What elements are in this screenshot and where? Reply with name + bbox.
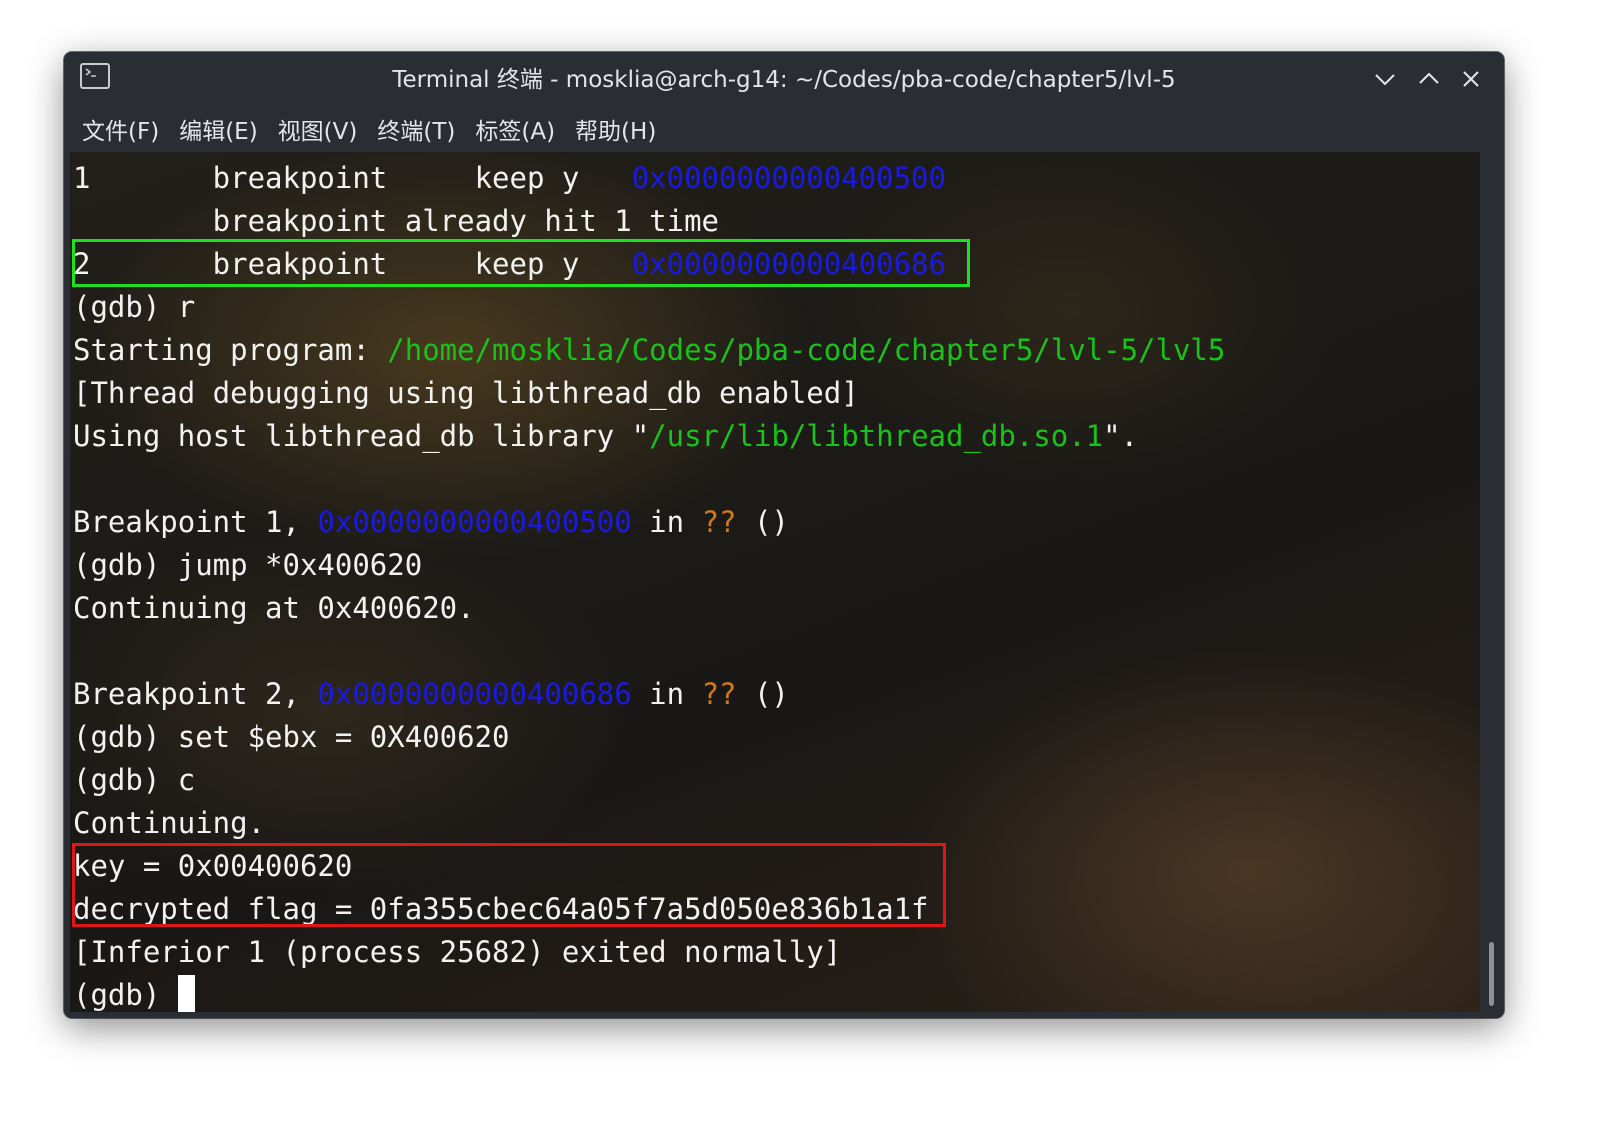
scrollbar-thumb[interactable] [1489, 942, 1494, 1006]
terminal-text-segment: ?? [701, 505, 737, 539]
title-bar[interactable]: Terminal 终端 - mosklia@arch-g14: ~/Codes/… [64, 52, 1504, 106]
terminal-text-segment: in [631, 505, 702, 539]
maximize-button[interactable] [1414, 64, 1444, 94]
terminal-line: Breakpoint 1, 0x0000000000400500 in ?? (… [73, 501, 1225, 544]
terminal-output-area[interactable]: 1 breakpoint keep y 0x0000000000400500 b… [70, 152, 1480, 1012]
terminal-line: breakpoint already hit 1 time [73, 200, 1225, 243]
terminal-line: (gdb) [73, 974, 1225, 1012]
menu-bar: 文件(F) 编辑(E) 视图(V) 终端(T) 标签(A) 帮助(H) [64, 106, 1504, 152]
terminal-text-segment: (gdb) jump *0x400620 [73, 548, 423, 582]
terminal-text-segment: (gdb) r [73, 290, 196, 324]
terminal-text-segment: [Inferior 1 (process 25682) exited norma… [73, 935, 842, 969]
terminal-line: (gdb) jump *0x400620 [73, 544, 1225, 587]
terminal-line: 1 breakpoint keep y 0x0000000000400500 [73, 157, 1225, 200]
terminal-line: (gdb) c [73, 759, 1225, 802]
terminal-text-segment: /usr/lib/libthread_db.so.1 [649, 419, 1104, 453]
terminal-text-segment: 1 breakpoint keep y [73, 161, 632, 195]
terminal-text-segment: ?? [701, 677, 737, 711]
terminal-text-segment: 0x0000000000400686 [317, 677, 632, 711]
menu-file[interactable]: 文件(F) [74, 108, 167, 150]
terminal-text-segment: 0x0000000000400500 [631, 161, 946, 195]
terminal-text-segment: (gdb) set $ebx = 0X400620 [73, 720, 510, 754]
terminal-text-segment: 0x0000000000400500 [317, 505, 632, 539]
terminal-line: [Thread debugging using libthread_db ena… [73, 372, 1225, 415]
close-icon [1463, 71, 1479, 87]
terminal-text-segment: (gdb) c [73, 763, 196, 797]
terminal-line: decrypted flag = 0fa355cbec64a05f7a5d050… [73, 888, 1225, 931]
chevron-down-icon [1375, 74, 1395, 86]
terminal-text-segment: () [736, 505, 789, 539]
terminal-line: Continuing. [73, 802, 1225, 845]
window-title: Terminal 终端 - mosklia@arch-g14: ~/Codes/… [392, 67, 1176, 93]
terminal-icon[interactable] [80, 63, 110, 89]
terminal-text-segment: Using host libthread_db library " [73, 419, 650, 453]
terminal-text-segment: () [736, 677, 789, 711]
terminal-line: (gdb) r [73, 286, 1225, 329]
terminal-text-segment: key = 0x00400620 [73, 849, 353, 883]
terminal-scrollbar[interactable] [1484, 152, 1500, 1012]
terminal-line: Starting program: /home/mosklia/Codes/pb… [73, 329, 1225, 372]
menu-edit[interactable]: 编辑(E) [171, 108, 265, 150]
terminal-line: key = 0x00400620 [73, 845, 1225, 888]
menu-view[interactable]: 视图(V) [270, 108, 366, 150]
minimize-button[interactable] [1370, 64, 1400, 94]
close-button[interactable] [1456, 64, 1486, 94]
terminal-text-segment: Continuing. [73, 806, 266, 840]
menu-terminal[interactable]: 终端(T) [369, 108, 463, 150]
menu-tabs[interactable]: 标签(A) [467, 108, 563, 150]
terminal-text-segment: ". [1103, 419, 1139, 453]
terminal-text-segment: Continuing at 0x400620. [73, 591, 475, 625]
terminal-line: Continuing at 0x400620. [73, 587, 1225, 630]
terminal-line: (gdb) set $ebx = 0X400620 [73, 716, 1225, 759]
terminal-text: 1 breakpoint keep y 0x0000000000400500 b… [73, 157, 1225, 1012]
terminal-text-segment: /home/mosklia/Codes/pba-code/chapter5/lv… [387, 333, 1226, 367]
menu-help[interactable]: 帮助(H) [567, 108, 664, 150]
terminal-text-segment: Starting program: [73, 333, 388, 367]
terminal-text-segment: in [631, 677, 702, 711]
terminal-line: [Inferior 1 (process 25682) exited norma… [73, 931, 1225, 974]
terminal-text-segment: decrypted flag = 0fa355cbec64a05f7a5d050… [73, 892, 929, 926]
terminal-text-segment: 0x0000000000400686 [631, 247, 946, 281]
terminal-text-segment: 2 breakpoint keep y [73, 247, 632, 281]
terminal-text-segment: Breakpoint 2, [73, 677, 318, 711]
terminal-window: Terminal 终端 - mosklia@arch-g14: ~/Codes/… [64, 52, 1504, 1018]
terminal-text-segment: Breakpoint 1, [73, 505, 318, 539]
terminal-line: Using host libthread_db library "/usr/li… [73, 415, 1225, 458]
terminal-text-segment: breakpoint already hit 1 time [73, 204, 720, 238]
text-cursor [177, 975, 195, 1012]
terminal-text-segment: (gdb) [73, 978, 178, 1012]
terminal-text-segment: [Thread debugging using libthread_db ena… [73, 376, 859, 410]
terminal-line: 2 breakpoint keep y 0x0000000000400686 [73, 243, 1225, 286]
chevron-up-icon [1419, 72, 1439, 84]
terminal-line: Breakpoint 2, 0x0000000000400686 in ?? (… [73, 673, 1225, 716]
